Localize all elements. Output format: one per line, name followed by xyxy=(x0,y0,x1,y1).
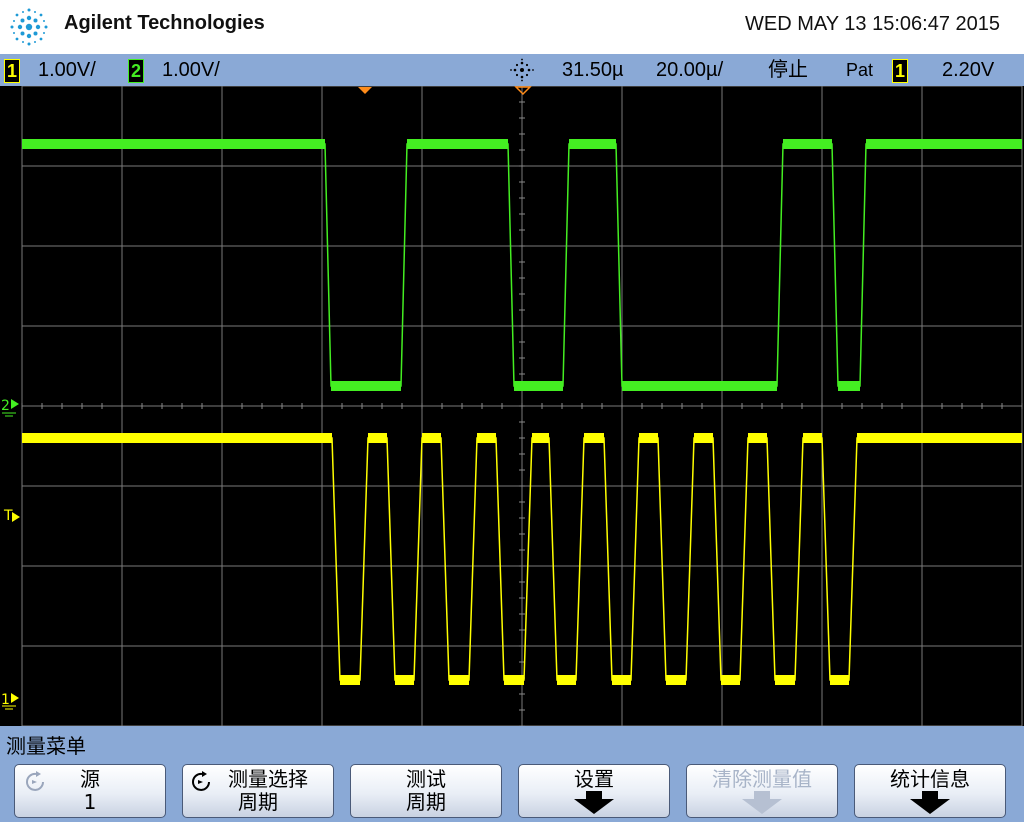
ch2-scale[interactable]: 1.00V/ xyxy=(162,58,220,82)
source-softkey-label: 源 xyxy=(80,767,100,791)
submenu-arrow-icon xyxy=(574,791,614,814)
delay-marker-icon xyxy=(358,87,372,94)
run-state: 停止 xyxy=(768,59,808,81)
ch2-marker-label: 2 xyxy=(1,398,10,414)
submenu-arrow-icon xyxy=(910,791,950,814)
date-time: WED MAY 13 15:06:47 2015 xyxy=(745,13,1000,35)
settings-softkey-label: 设置 xyxy=(574,767,614,791)
source-softkey-value: 1 xyxy=(83,790,97,814)
settings-softkey[interactable]: 设置 xyxy=(518,764,670,818)
title-bar: Agilent Technologies WED MAY 13 15:06:47… xyxy=(0,0,1024,54)
time-delay[interactable]: 31.50µ xyxy=(562,58,624,82)
ch1-label[interactable]: 1 xyxy=(4,59,20,83)
time-reference-marker-icon xyxy=(514,86,532,96)
submenu-arrow-icon xyxy=(742,791,782,814)
brand-name: Agilent Technologies xyxy=(64,12,265,34)
ch2-label[interactable]: 2 xyxy=(128,59,144,83)
waveform-graticule: 2 T 1 xyxy=(1,86,1023,726)
clear-measurements-label: 清除测量值 xyxy=(712,767,812,791)
trigger-source[interactable]: 1 xyxy=(892,59,908,83)
time-scale[interactable]: 20.00µ/ xyxy=(656,58,723,82)
measurement-select-label: 测量选择 xyxy=(228,767,308,791)
trigger-marker-label: T xyxy=(3,508,13,524)
menu-title: 测量菜单 xyxy=(6,734,86,758)
agilent-spark-icon xyxy=(10,8,48,46)
clear-measurements-softkey[interactable]: 清除测量值 xyxy=(686,764,838,818)
statistics-softkey-label: 统计信息 xyxy=(890,767,970,791)
source-softkey[interactable]: 源 1 xyxy=(14,764,166,818)
measure-softkey[interactable]: 测试 周期 xyxy=(350,764,502,818)
oscilloscope-window: Agilent Technologies WED MAY 13 15:06:47… xyxy=(0,0,1024,822)
trigger-level[interactable]: 2.20V xyxy=(942,58,994,82)
waveform-display[interactable]: 2 T 1 xyxy=(0,86,1024,726)
measure-softkey-value: 周期 xyxy=(406,790,446,814)
status-bar: 1 1.00V/ 2 1.00V/ 31.50µ 20.00µ/ 停止 Pat … xyxy=(0,54,1024,86)
softkey-menu-bar: 测量菜单 源 1 测量选择 周期 测试 周期 设置 清除测量值 统计信息 xyxy=(0,726,1024,822)
ch1-ground-marker[interactable]: 1 xyxy=(1,692,19,710)
ch1-scale[interactable]: 1.00V/ xyxy=(38,58,96,82)
trigger-level-marker[interactable]: T xyxy=(3,508,20,524)
ch2-ground-marker[interactable]: 2 xyxy=(1,398,19,417)
measurement-select-softkey[interactable]: 测量选择 周期 xyxy=(182,764,334,818)
measurement-select-value: 周期 xyxy=(238,790,278,814)
statistics-softkey[interactable]: 统计信息 xyxy=(854,764,1006,818)
acquisition-spark-icon xyxy=(510,58,534,82)
trigger-mode: Pat xyxy=(846,60,874,80)
measure-softkey-label: 测试 xyxy=(406,767,446,791)
